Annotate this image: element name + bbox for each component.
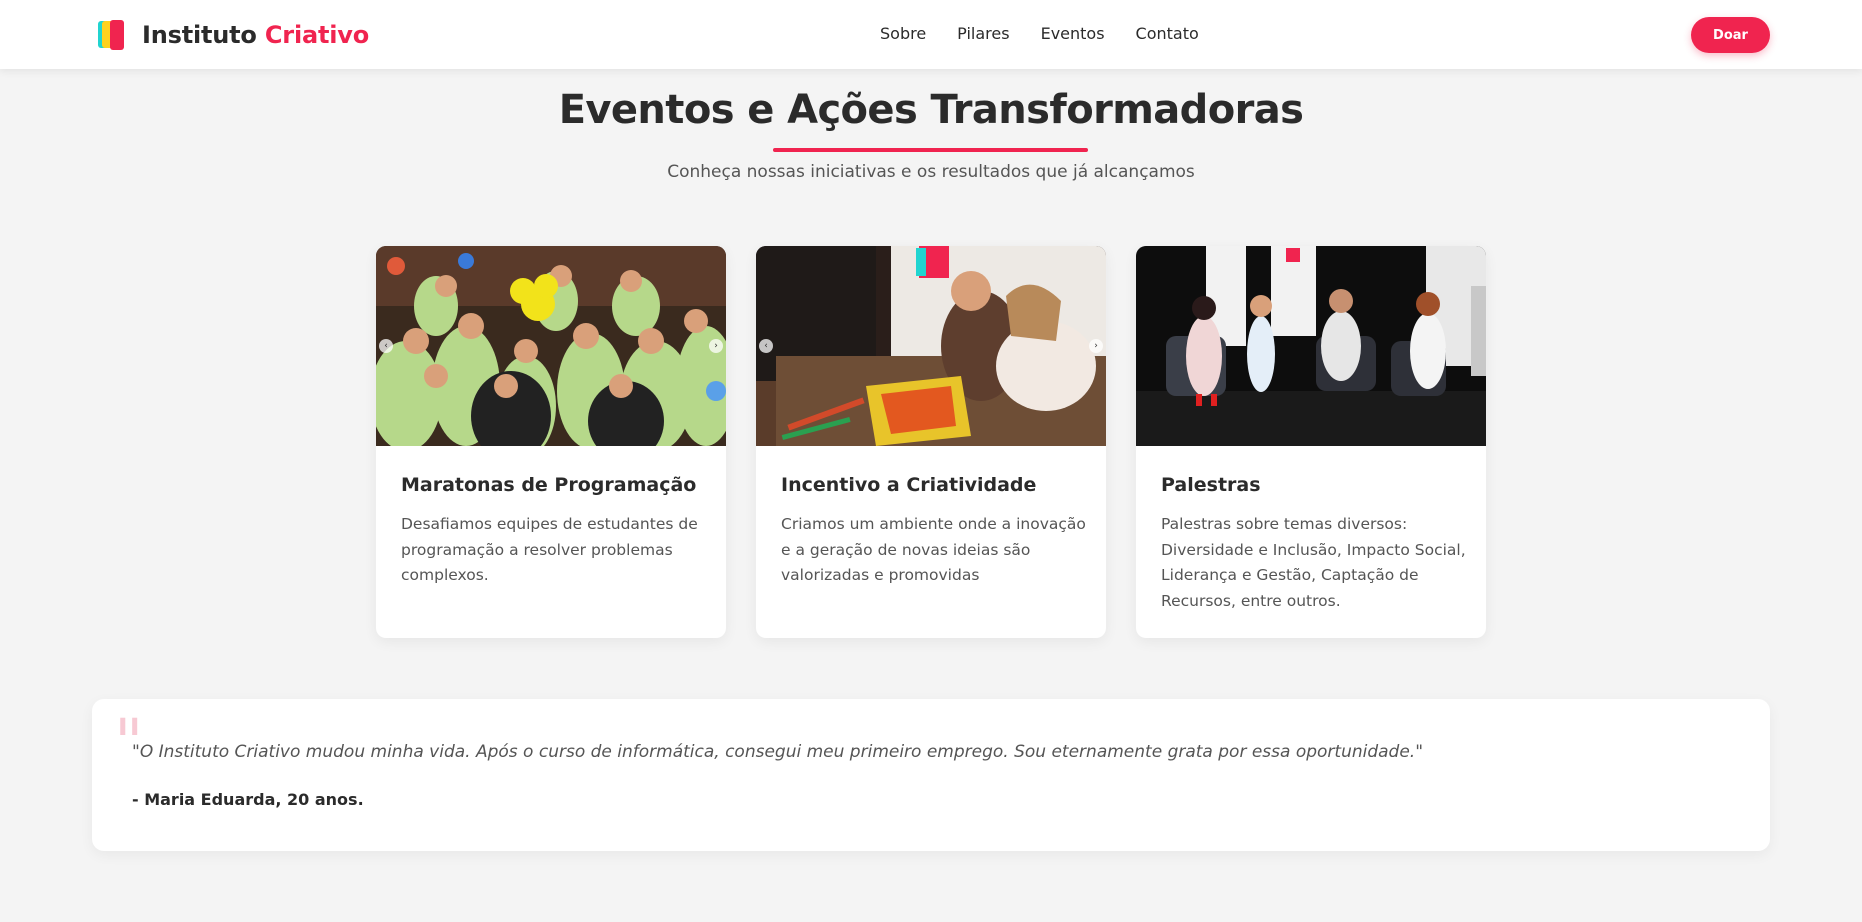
testimonial-card: " "O Instituto Criativo mudou minha vida… [92, 699, 1770, 851]
logo-icon [98, 20, 127, 50]
chevron-left-icon[interactable]: ‹ [379, 339, 393, 353]
brand-name-accent: Criativo [264, 21, 369, 49]
nav-link-pilares[interactable]: Pilares [957, 24, 1009, 43]
section-title: Eventos e Ações Transformadoras [558, 87, 1304, 133]
site-header: Instituto Criativo Sobre Pilares Eventos… [0, 0, 1862, 69]
event-card-talks[interactable]: Palestras Palestras sobre temas diversos… [1136, 246, 1486, 638]
testimonial-quote: "O Instituto Criativo mudou minha vida. … [132, 742, 1424, 762]
nav-link-sobre[interactable]: Sobre [880, 24, 926, 43]
chevron-left-icon[interactable]: ‹ [759, 339, 773, 353]
main-nav: Sobre Pilares Eventos Contato [880, 24, 1199, 43]
donate-button[interactable]: Doar [1691, 17, 1770, 53]
card-description: Criamos um ambiente onde a inovação e a … [781, 515, 1086, 584]
title-underline [773, 148, 1088, 152]
chevron-right-icon[interactable]: › [709, 339, 723, 353]
event-card-hackathon[interactable]: ‹ › Maratonas de Programação Desafiamos … [376, 246, 726, 638]
section-subtitle: Conheça nossas iniciativas e os resultad… [667, 162, 1195, 182]
card-title: Maratonas de Programação [401, 474, 697, 496]
nav-link-eventos[interactable]: Eventos [1041, 24, 1105, 43]
card-image-talks [1136, 246, 1486, 446]
testimonial-author: - Maria Eduarda, 20 anos. [132, 790, 364, 809]
brand-name-main: Instituto [142, 21, 257, 49]
chevron-right-icon[interactable]: › [1089, 339, 1103, 353]
card-title: Palestras [1161, 474, 1261, 496]
card-image-creativity: ‹ › [756, 246, 1106, 446]
card-title: Incentivo a Criatividade [781, 474, 1037, 496]
nav-link-contato[interactable]: Contato [1136, 24, 1199, 43]
card-description: Palestras sobre temas diversos: Diversid… [1161, 515, 1466, 610]
card-description: Desafiamos equipes de estudantes de prog… [401, 515, 698, 584]
card-image-hackathon: ‹ › [376, 246, 726, 446]
brand-name: Instituto Criativo [142, 21, 369, 49]
event-card-creativity[interactable]: ‹ › Incentivo a Criatividade Criamos um … [756, 246, 1106, 638]
brand-logo[interactable]: Instituto Criativo [98, 19, 369, 51]
